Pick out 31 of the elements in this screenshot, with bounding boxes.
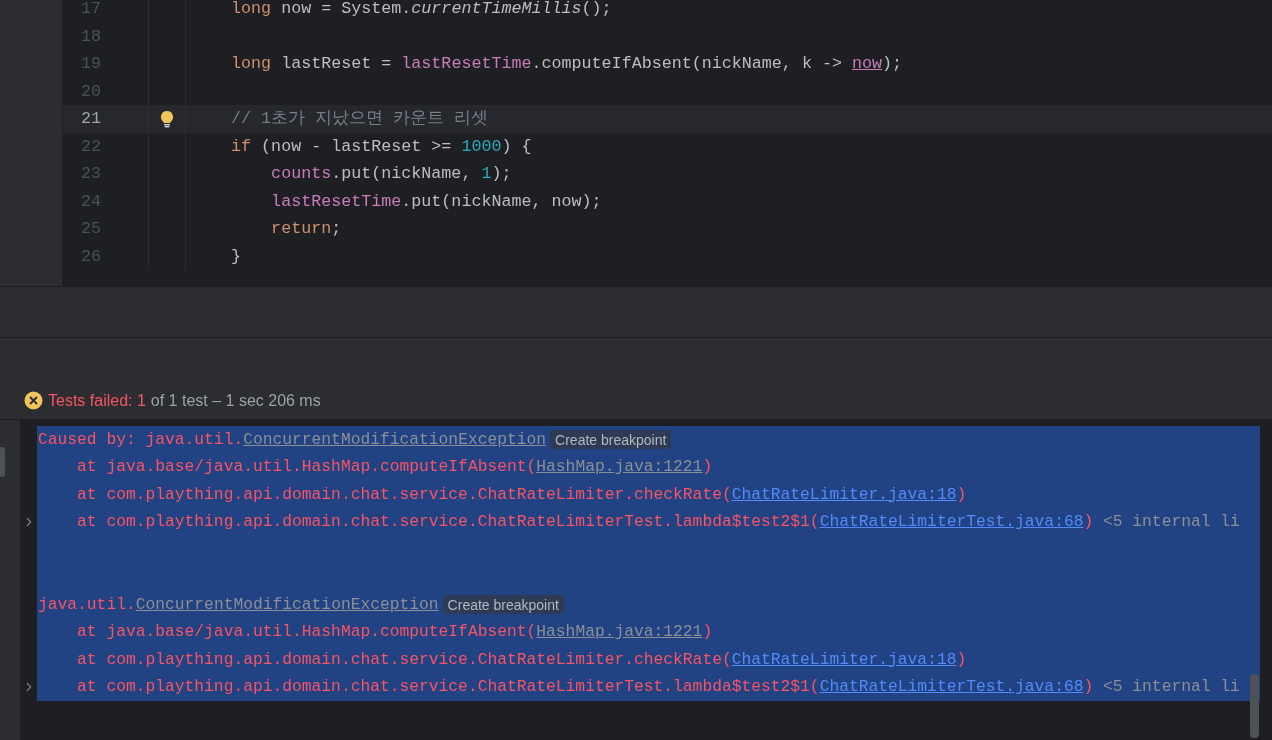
console-line: at com.plaything.api.domain.chat.service.ChatRateLimiterTest.lambda$test2$1(ChatRateLimiterTest.java:68) <5 internal li [76, 676, 1240, 699]
line-number: 21 [79, 108, 101, 131]
console-line: java.util.ConcurrentModificationException [37, 593, 439, 616]
code-line: return; [270, 218, 342, 241]
source-link[interactable]: ChatRateLimiter.java:18 [731, 649, 957, 669]
console-line: at com.plaything.api.domain.chat.service.ChatRateLimiter.checkRate(ChatRateLimiter.java:18) [76, 483, 967, 506]
test-status-text: of 1 test – 1 sec 206 ms [150, 390, 321, 411]
source-link[interactable]: HashMap.java:1221 [536, 622, 703, 642]
source-link[interactable]: HashMap.java:1221 [536, 457, 703, 477]
lightbulb-icon[interactable] [160, 109, 174, 128]
test-status-text: Tests failed: 1 [48, 390, 146, 411]
scrollbar-thumb[interactable] [1250, 674, 1259, 738]
exception-link[interactable]: ConcurrentModificationException [243, 429, 547, 449]
code-line: // 1초가 지났으면 카운트 리셋 [230, 108, 489, 131]
code-line: } [230, 245, 242, 268]
source-link[interactable]: ChatRateLimiterTest.java:68 [819, 512, 1084, 532]
code-line: lastResetTime.put(nickName, now); [270, 190, 602, 213]
console-line: at com.plaything.api.domain.chat.service.ChatRateLimiterTest.lambda$test2$1(ChatRateLimiterTest.java:68) <5 internal li [76, 511, 1240, 534]
source-link[interactable]: ChatRateLimiter.java:18 [731, 484, 957, 504]
exception-link[interactable]: ConcurrentModificationException [135, 594, 439, 614]
create-breakpoint-button[interactable]: Create breakpoint [550, 430, 672, 450]
source-link[interactable]: ChatRateLimiterTest.java:68 [819, 677, 1084, 697]
code-line: counts.put(nickName, 1); [270, 163, 512, 186]
code-line: long now = System.currentTimeMillis(); [230, 0, 612, 21]
console-line: at java.base/java.util.HashMap.computeIfAbsent(HashMap.java:1221) [76, 621, 713, 644]
console-line: at java.base/java.util.HashMap.computeIfAbsent(HashMap.java:1221) [76, 456, 713, 479]
code-line: long lastReset = lastResetTime.computeIfAbsent(nickName, k -> now); [230, 53, 903, 76]
console-line: at com.plaything.api.domain.chat.service.ChatRateLimiter.checkRate(ChatRateLimiter.java:18) [76, 648, 967, 671]
create-breakpoint-button[interactable]: Create breakpoint [442, 595, 564, 615]
code-line: if (now - lastReset >= 1000) { [230, 135, 532, 158]
console-line: Caused by: java.util.ConcurrentModificationException [37, 428, 547, 451]
